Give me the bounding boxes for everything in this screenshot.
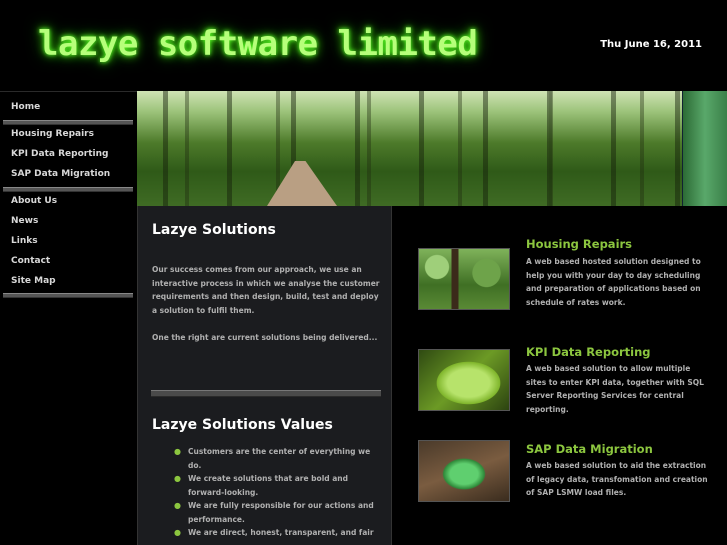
solution-title[interactable]: Housing Repairs — [526, 237, 632, 251]
sap-data-migration-thumbnail[interactable] — [418, 440, 510, 502]
housing-repairs-thumbnail[interactable] — [418, 248, 510, 310]
banner-trees — [137, 91, 727, 206]
banner-edge — [682, 91, 727, 206]
values-list-item: ● We are fully responsible for our action… — [174, 501, 374, 524]
solution-description: A web based solution to allow multiple s… — [526, 364, 704, 414]
solution-title[interactable]: KPI Data Reporting — [526, 345, 651, 359]
nav-item-about-us[interactable]: About Us — [11, 196, 57, 206]
sidebar-nav: Home Housing Repairs KPI Data Reporting … — [0, 91, 137, 545]
solutions-panel: Housing Repairs A web based hosted solut… — [392, 206, 727, 545]
nav-item-links[interactable]: Links — [11, 236, 38, 246]
values-list-item: ● We create solutions that are bold and f… — [174, 474, 349, 497]
nav-item-news[interactable]: News — [11, 216, 38, 226]
nav-item-sap-data-migration[interactable]: SAP Data Migration — [11, 169, 110, 179]
forest-banner-image — [137, 91, 727, 206]
intro-paragraph: Our success comes from our approach, we … — [152, 265, 380, 315]
nav-item-home[interactable]: Home — [11, 102, 40, 112]
intro-title: Lazye Solutions — [152, 222, 276, 238]
values-list: ● Customers are the center of everything … — [174, 445, 380, 540]
values-list-item: ● We are direct, honest, transparent, and… — [174, 526, 380, 540]
bullet-icon: ● — [174, 447, 181, 456]
solution-description: A web based hosted solution designed to … — [526, 257, 701, 307]
site-logo[interactable]: lazye software limited — [38, 24, 478, 64]
nav-separator — [3, 120, 133, 125]
intro-panel: Lazye Solutions Our success comes from o… — [137, 206, 392, 545]
kpi-data-reporting-thumbnail[interactable] — [418, 349, 510, 411]
nav-item-housing-repairs[interactable]: Housing Repairs — [11, 129, 94, 139]
solution-description: A web based solution to aid the extracti… — [526, 461, 708, 497]
page-header: lazye software limited Thu June 16, 2011 — [0, 0, 727, 91]
bullet-icon: ● — [174, 474, 181, 483]
current-date: Thu June 16, 2011 — [600, 39, 702, 50]
solution-title[interactable]: SAP Data Migration — [526, 442, 653, 456]
nav-separator — [3, 187, 133, 192]
intro-paragraph: One the right are current solutions bein… — [152, 333, 378, 342]
bullet-icon: ● — [174, 501, 181, 510]
nav-item-site-map[interactable]: Site Map — [11, 276, 56, 286]
values-list-item: ● Customers are the center of everything … — [174, 447, 371, 470]
section-divider — [151, 390, 381, 397]
nav-item-contact[interactable]: Contact — [11, 256, 50, 266]
nav-separator — [3, 293, 133, 298]
values-title: Lazye Solutions Values — [152, 417, 333, 433]
bullet-icon: ● — [174, 528, 181, 537]
nav-item-kpi-data-reporting[interactable]: KPI Data Reporting — [11, 149, 108, 159]
